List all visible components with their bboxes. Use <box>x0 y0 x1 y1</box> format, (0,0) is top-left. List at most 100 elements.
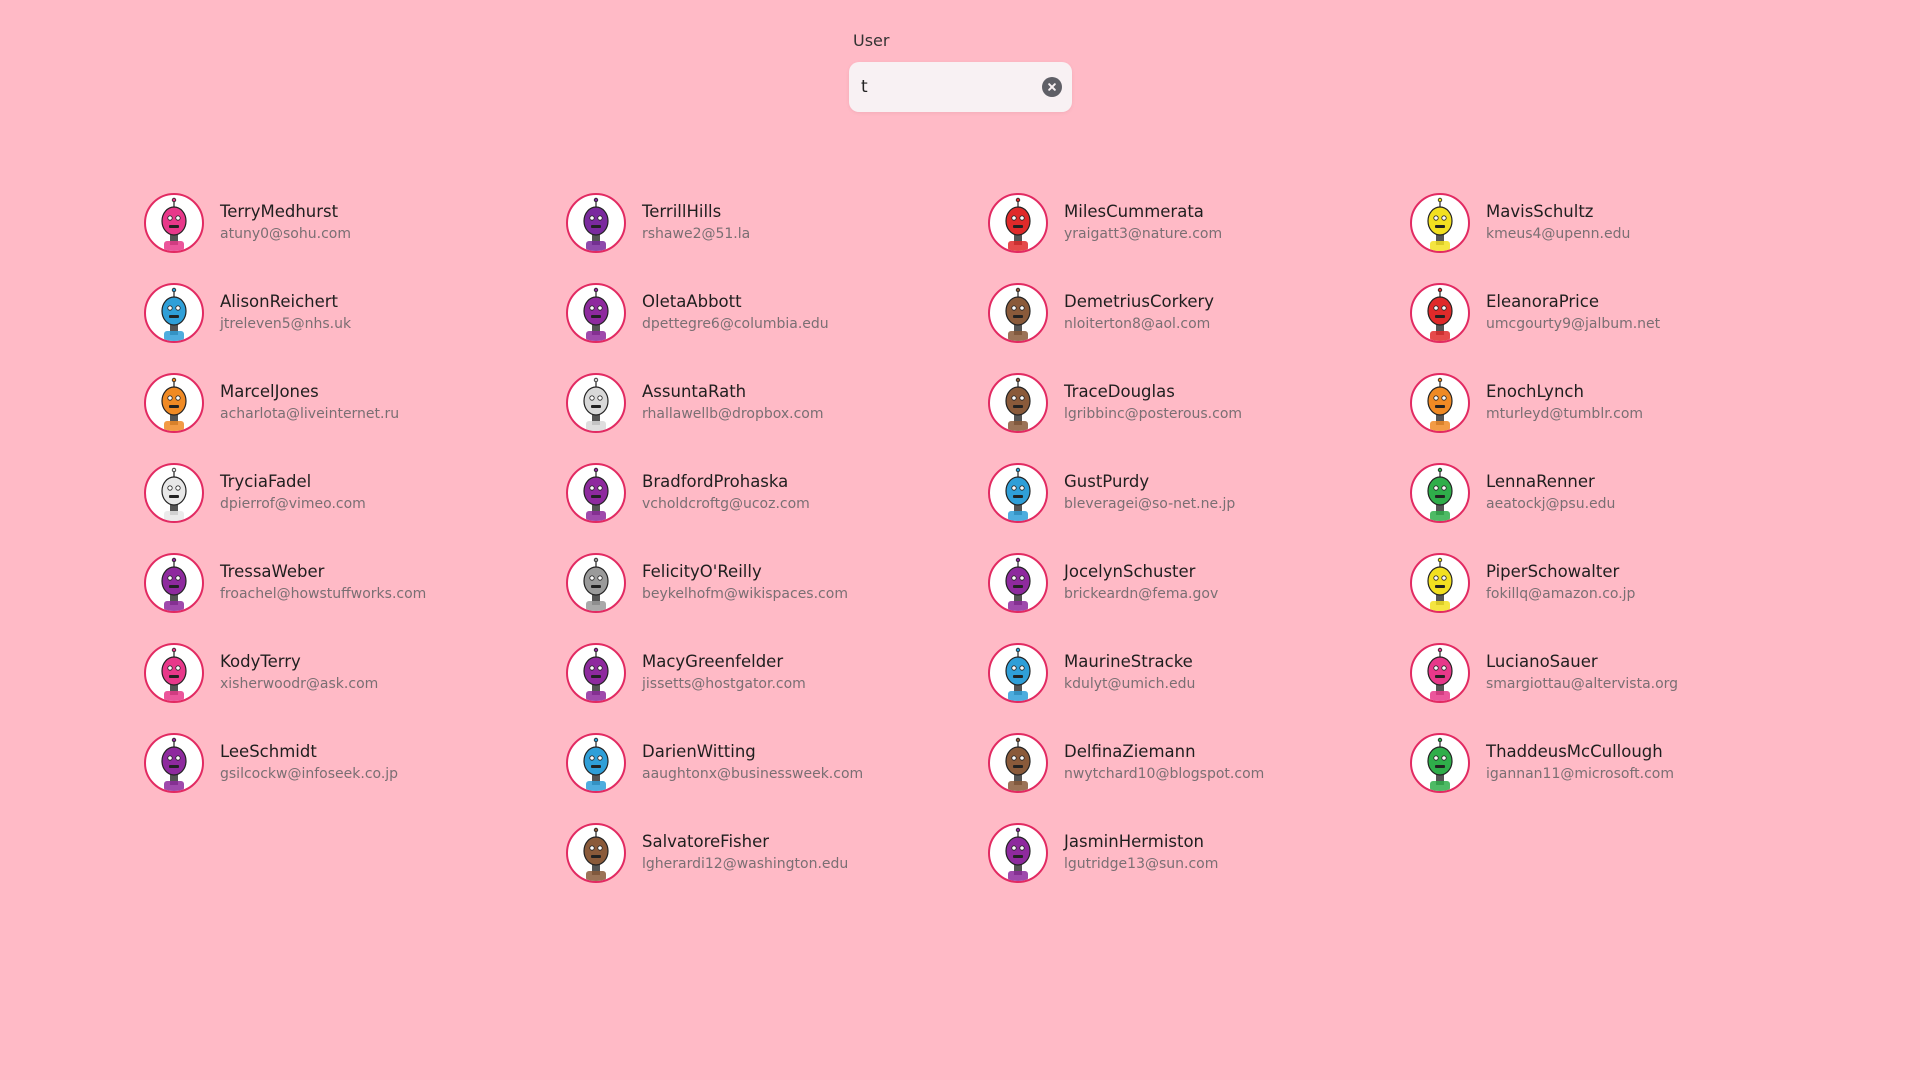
avatar <box>566 733 626 793</box>
user-card[interactable]: AlisonReichert jtreleven5@nhs.uk <box>144 283 544 345</box>
user-name: TerrillHills <box>642 202 722 221</box>
user-card[interactable]: FelicityO'Reilly beykelhofm@wikispaces.co… <box>566 553 966 615</box>
avatar <box>988 373 1048 433</box>
avatar <box>1410 193 1470 253</box>
user-email: brickeardn@fema.gov <box>1064 586 1219 602</box>
user-card[interactable]: TraceDouglas lgribbinc@posterous.com <box>988 373 1388 435</box>
user-card[interactable]: OletaAbbott dpettegre6@columbia.edu <box>566 283 966 345</box>
search-input[interactable] <box>861 74 1031 100</box>
user-card[interactable]: TerryMedhurst atuny0@sohu.com <box>144 193 544 255</box>
user-email: acharlota@liveinternet.ru <box>220 406 400 422</box>
user-card[interactable]: LeeSchmidt gsilcockw@infoseek.co.jp <box>144 733 544 795</box>
user-card[interactable]: MilesCummerata yraigatt3@nature.com <box>988 193 1388 255</box>
user-card[interactable]: MavisSchultz kmeus4@upenn.edu <box>1410 193 1810 255</box>
user-email: dpierrof@vimeo.com <box>220 496 366 512</box>
user-name: PiperSchowalter <box>1486 562 1620 581</box>
avatar <box>144 373 204 433</box>
user-email: aaughtonx@businessweek.com <box>642 766 864 782</box>
avatar <box>144 643 204 703</box>
avatar <box>988 193 1048 253</box>
user-email: bleveragei@so-net.ne.jp <box>1064 496 1236 512</box>
user-card[interactable]: JasminHermiston lgutridge13@sun.com <box>988 823 1388 885</box>
user-email: rshawe2@51.la <box>642 226 751 242</box>
user-name: MacyGreenfelder <box>642 652 784 671</box>
user-email: froachel@howstuffworks.com <box>220 586 427 602</box>
user-name: OletaAbbott <box>642 292 742 311</box>
user-card[interactable]: TressaWeber froachel@howstuffworks.com <box>144 553 544 615</box>
user-email: vcholdcroftg@ucoz.com <box>642 496 810 512</box>
user-card[interactable]: AssuntaRath rhallawellb@dropbox.com <box>566 373 966 435</box>
user-card[interactable]: DemetriusCorkery nloiterton8@aol.com <box>988 283 1388 345</box>
user-card[interactable]: MacyGreenfelder jissetts@hostgator.com <box>566 643 966 705</box>
user-name: SalvatoreFisher <box>642 832 770 851</box>
user-card[interactable]: GustPurdy bleveragei@so-net.ne.jp <box>988 463 1388 525</box>
avatar <box>144 463 204 523</box>
user-email: yraigatt3@nature.com <box>1064 226 1223 242</box>
search-box[interactable] <box>849 62 1072 112</box>
user-email: nloiterton8@aol.com <box>1064 316 1211 332</box>
user-name: MaurineStracke <box>1064 652 1193 671</box>
user-name: JasminHermiston <box>1064 832 1205 851</box>
user-email: dpettegre6@columbia.edu <box>642 316 829 332</box>
user-name: BradfordProhaska <box>642 472 789 491</box>
avatar <box>566 373 626 433</box>
avatar <box>988 823 1048 883</box>
avatar <box>566 553 626 613</box>
user-card[interactable]: LennaRenner aeatockj@psu.edu <box>1410 463 1810 525</box>
clear-icon[interactable] <box>1042 77 1062 97</box>
user-email: lgribbinc@posterous.com <box>1064 406 1243 422</box>
user-name: TryciaFadel <box>220 472 312 491</box>
user-email: atuny0@sohu.com <box>220 226 351 242</box>
user-name: LeeSchmidt <box>220 742 317 761</box>
user-email: aeatockj@psu.edu <box>1486 496 1616 512</box>
user-card[interactable]: MaurineStracke kdulyt@umich.edu <box>988 643 1388 705</box>
avatar <box>988 643 1048 703</box>
search-label: User <box>853 31 890 50</box>
user-name: DemetriusCorkery <box>1064 292 1215 311</box>
avatar <box>1410 733 1470 793</box>
user-name: FelicityO'Reilly <box>642 562 762 581</box>
user-name: EnochLynch <box>1486 382 1584 401</box>
user-email: kmeus4@upenn.edu <box>1486 226 1631 242</box>
user-card[interactable]: DelfinaZiemann nwytchard10@blogspot.com <box>988 733 1388 795</box>
user-card[interactable]: MarcelJones acharlota@liveinternet.ru <box>144 373 544 435</box>
user-card[interactable]: BradfordProhaska vcholdcroftg@ucoz.com <box>566 463 966 525</box>
user-name: TraceDouglas <box>1064 382 1175 401</box>
user-card[interactable]: ThaddeusMcCullough igannan11@microsoft.co… <box>1410 733 1810 795</box>
search-section: User <box>849 30 1072 112</box>
avatar <box>988 463 1048 523</box>
user-name: AlisonReichert <box>220 292 338 311</box>
avatar <box>144 733 204 793</box>
avatar <box>1410 643 1470 703</box>
user-email: lgherardi12@washington.edu <box>642 856 849 872</box>
avatar <box>566 643 626 703</box>
user-email: mturleyd@tumblr.com <box>1486 406 1644 422</box>
user-email: lgutridge13@sun.com <box>1064 856 1219 872</box>
avatar <box>1410 553 1470 613</box>
user-card[interactable]: SalvatoreFisher lgherardi12@washington.ed… <box>566 823 966 885</box>
user-card[interactable]: PiperSchowalter fokillq@amazon.co.jp <box>1410 553 1810 615</box>
avatar <box>566 283 626 343</box>
avatar <box>988 553 1048 613</box>
user-card[interactable]: KodyTerry xisherwoodr@ask.com <box>144 643 544 705</box>
avatar <box>988 733 1048 793</box>
user-card[interactable]: DarienWitting aaughtonx@businessweek.com <box>566 733 966 795</box>
user-name: TressaWeber <box>220 562 325 581</box>
avatar <box>144 193 204 253</box>
avatar <box>566 193 626 253</box>
user-name: DarienWitting <box>642 742 756 761</box>
user-name: MilesCummerata <box>1064 202 1204 221</box>
user-email: beykelhofm@wikispaces.com <box>642 586 848 602</box>
user-email: igannan11@microsoft.com <box>1486 766 1674 782</box>
avatar <box>566 823 626 883</box>
user-name: KodyTerry <box>220 652 301 671</box>
user-card[interactable]: EleanoraPrice umcgourty9@jalbum.net <box>1410 283 1810 345</box>
user-card[interactable]: LucianoSauer smargiottau@altervista.org <box>1410 643 1810 705</box>
user-card[interactable]: EnochLynch mturleyd@tumblr.com <box>1410 373 1810 435</box>
user-email: smargiottau@altervista.org <box>1486 676 1679 692</box>
user-email: jtreleven5@nhs.uk <box>220 316 352 332</box>
user-card[interactable]: TryciaFadel dpierrof@vimeo.com <box>144 463 544 525</box>
user-card[interactable]: TerrillHills rshawe2@51.la <box>566 193 966 255</box>
user-name: EleanoraPrice <box>1486 292 1599 311</box>
user-card[interactable]: JocelynSchuster brickeardn@fema.gov <box>988 553 1388 615</box>
